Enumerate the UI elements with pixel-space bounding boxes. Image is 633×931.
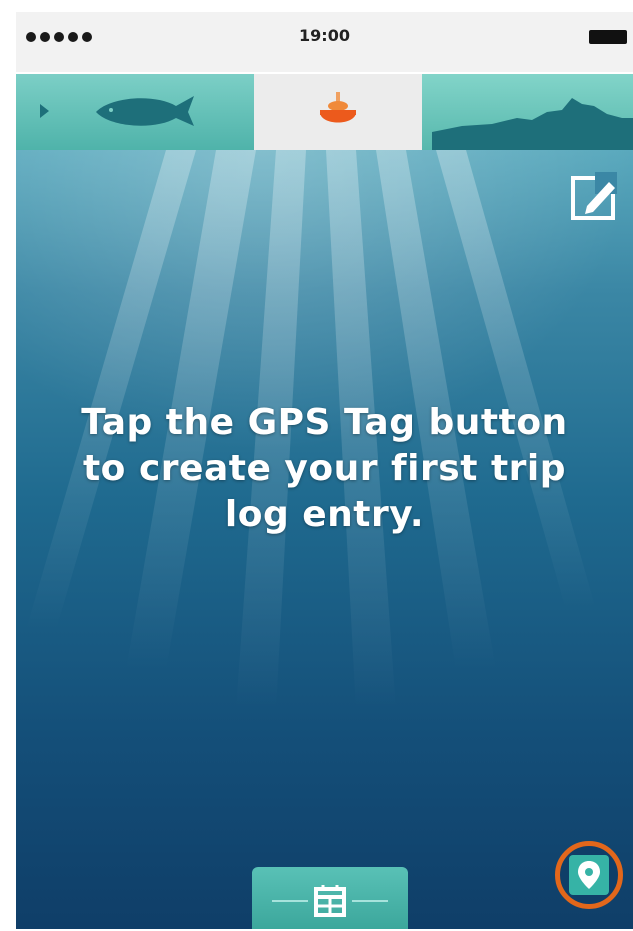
edit-icon bbox=[571, 172, 617, 220]
gps-tag-tile bbox=[569, 855, 609, 895]
status-time: 19:00 bbox=[299, 26, 350, 45]
status-bar: 19:00 bbox=[16, 12, 633, 72]
empty-state-message: Tap the GPS Tag button to create your fi… bbox=[81, 402, 568, 535]
terrain-icon bbox=[432, 98, 633, 150]
tab-terrain[interactable] bbox=[422, 74, 633, 150]
bobber-icon bbox=[320, 92, 356, 123]
tab-strip bbox=[16, 74, 633, 150]
fish-icon bbox=[40, 96, 194, 126]
edit-button[interactable] bbox=[569, 170, 621, 222]
location-pin-icon bbox=[578, 861, 600, 889]
main-content: Tap the GPS Tag button to create your fi… bbox=[16, 150, 633, 929]
light-rays-decoration bbox=[16, 150, 633, 710]
gps-tag-button[interactable] bbox=[555, 841, 623, 909]
calendar-icon bbox=[272, 885, 388, 917]
tab-bobber[interactable] bbox=[254, 74, 422, 150]
app-screen: 19:00 Tap the GPS Tag button to create y… bbox=[16, 12, 633, 929]
tab-fish[interactable] bbox=[16, 74, 254, 150]
calendar-tab-button[interactable] bbox=[252, 867, 408, 929]
battery-icon bbox=[589, 30, 627, 44]
